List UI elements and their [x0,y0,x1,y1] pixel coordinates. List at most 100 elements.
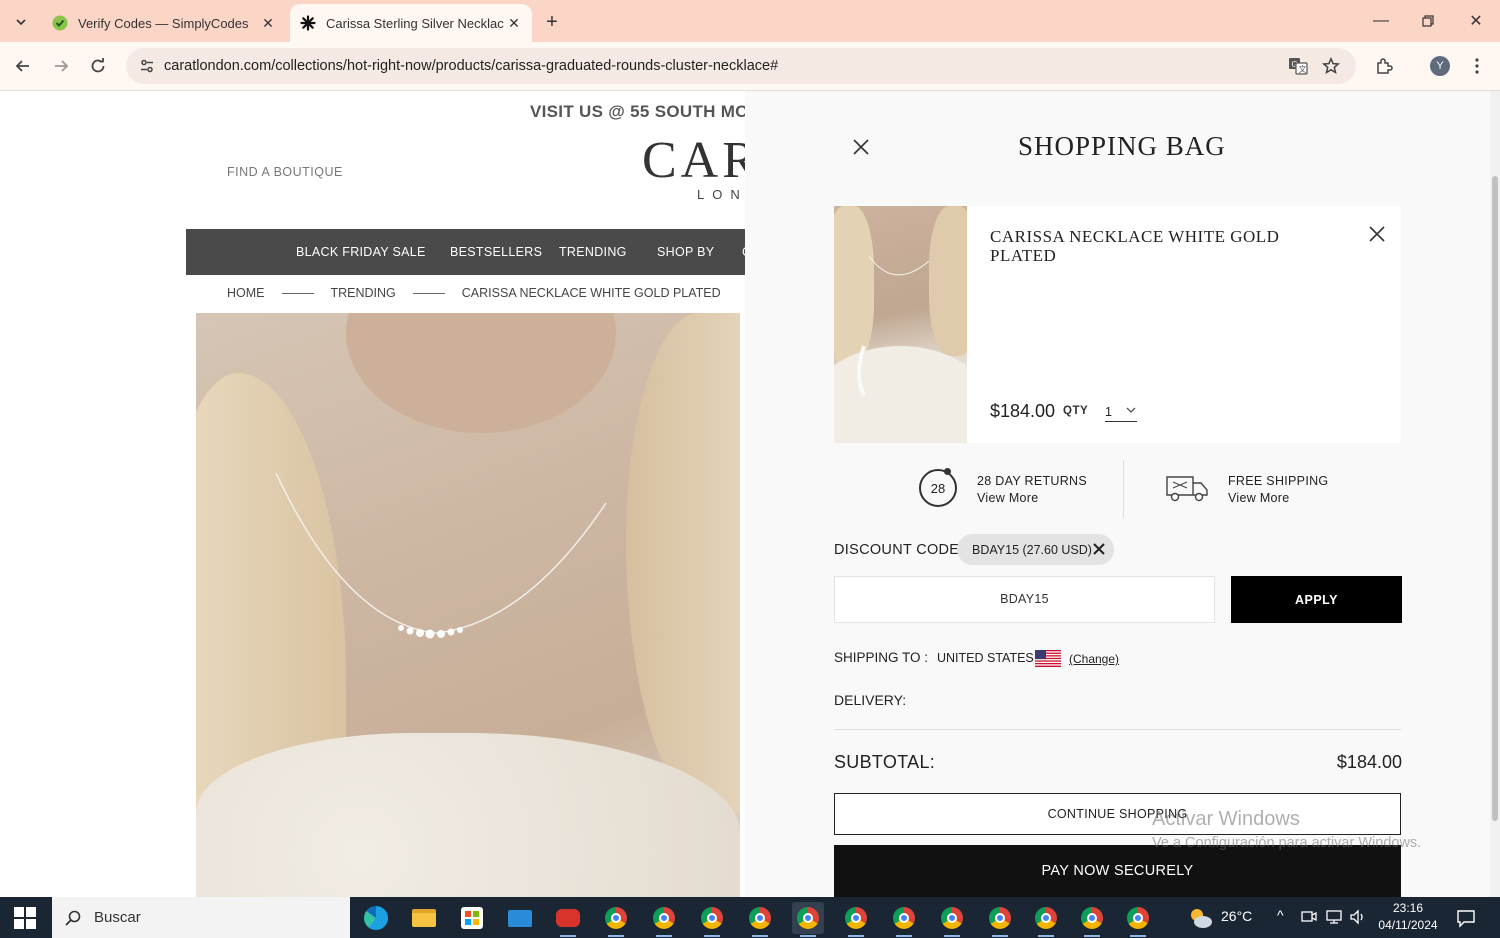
breadcrumb: HOME TRENDING CARISSA NECKLACE WHITE GOL… [227,286,721,300]
profile-avatar[interactable]: Y [1430,56,1450,76]
chrome-icon-active[interactable] [792,902,824,937]
mail-icon[interactable] [504,902,536,934]
remove-item-icon[interactable] [1367,224,1387,244]
clock-time: 23:16 [1392,901,1424,915]
promo-banner[interactable]: VISIT US @ 55 SOUTH MOL [530,102,759,122]
weather-icon[interactable] [1186,906,1214,930]
truck-icon [1166,476,1208,502]
perks-divider [1123,460,1124,518]
remove-discount-icon[interactable] [1092,542,1106,556]
returns-view-more-link[interactable]: View More [977,490,1087,507]
page-scrollbar[interactable] [1490,91,1500,897]
clock[interactable]: 23:16 04/11/2024 [1370,900,1446,934]
breadcrumb-separator [281,292,314,294]
tab-strip: Verify Codes — SimplyCodes ✕ Carissa Ste… [0,0,1500,42]
shipping-country: UNITED STATES [937,651,1034,665]
discount-code-input[interactable]: BDAY15 [834,576,1215,623]
find-boutique-link[interactable]: FIND A BOUTIQUE [227,165,343,179]
nav-black-friday[interactable]: BLACK FRIDAY SALE [296,245,426,259]
shipping-to-label: SHIPPING TO : [834,650,929,665]
shipping-view-more-link[interactable]: View More [1228,490,1328,507]
meet-now-icon[interactable] [1300,909,1318,925]
file-explorer-icon[interactable] [408,902,440,934]
more-menu-icon[interactable] [1463,52,1491,80]
reload-icon[interactable] [84,52,112,80]
chrome-icon[interactable] [600,902,632,937]
site-logo-sub: LON [697,187,748,202]
nav-bestsellers[interactable]: BESTSELLERS [450,245,542,259]
tab-carissa[interactable]: Carissa Sterling Silver Necklace ✕ [290,4,532,42]
clock-date: 04/11/2024 [1378,918,1438,932]
close-tab-icon[interactable]: ✕ [258,13,278,33]
translate-icon[interactable]: G文 [1284,52,1312,80]
bookmark-star-icon[interactable] [1317,52,1345,80]
tab-simplycodes[interactable]: Verify Codes — SimplyCodes ✕ [42,4,286,42]
taskbar-search[interactable]: Buscar [52,897,350,938]
chrome-icon[interactable] [648,902,680,937]
chrome-icon[interactable] [696,902,728,937]
activation-watermark-title: Activar Windows [1152,808,1300,830]
close-window-icon[interactable]: ✕ [1453,0,1499,42]
windows-start-icon[interactable] [14,907,36,929]
restore-icon[interactable] [1405,0,1451,42]
store-icon[interactable] [456,902,488,934]
tab-title: Carissa Sterling Silver Necklace [326,15,504,31]
site-logo[interactable]: CAR [642,131,761,190]
scrollbar-thumb[interactable] [1492,176,1498,821]
applied-discount-text: BDAY15 (27.60 USD) [972,542,1092,557]
shipping-title: FREE SHIPPING [1228,474,1329,488]
breadcrumb-home[interactable]: HOME [227,286,265,300]
continue-shopping-button[interactable]: CONTINUE SHOPPING [834,793,1401,835]
nav-trending[interactable]: TRENDING [559,245,627,259]
new-tab-button[interactable]: + [540,10,564,34]
cart-title: SHOPPING BAG [1018,131,1226,161]
carat-favicon-icon [300,15,316,31]
chrome-icon[interactable] [936,902,968,937]
weather-temp[interactable]: 26°C [1221,908,1252,924]
site-info-icon[interactable] [130,58,164,74]
taskbar: Buscar 26°C ^ 23:16 04/11/2024 [0,897,1500,938]
chevron-down-icon [1126,407,1136,413]
apply-discount-button[interactable]: APPLY [1231,576,1402,623]
product-photo[interactable] [196,313,740,897]
change-country-link[interactable]: (Change) [1069,652,1119,666]
svg-text:文: 文 [1299,64,1307,74]
chrome-icon[interactable] [888,902,920,937]
chrome-icon[interactable] [744,902,776,937]
chrome-icon[interactable] [1076,902,1108,937]
extensions-icon[interactable] [1370,52,1398,80]
breadcrumb-trending[interactable]: TRENDING [331,286,396,300]
minimize-icon[interactable]: — [1358,0,1404,42]
qty-label: QTY [1063,405,1089,417]
returns-title: 28 DAY RETURNS [977,474,1088,488]
qty-value: 1 [1105,405,1112,419]
tab-search-button[interactable] [8,9,34,35]
cart-item-name[interactable]: CARISSA NECKLACE WHITE GOLD PLATED [990,227,1330,265]
tray-overflow-icon[interactable]: ^ [1277,907,1284,923]
subtotal-label: SUBTOTAL: [834,752,936,772]
close-tab-icon[interactable]: ✕ [504,13,524,33]
notifications-icon[interactable] [1456,908,1476,928]
url-text: caratlondon.com/collections/hot-right-no… [164,58,779,74]
address-bar[interactable]: caratlondon.com/collections/hot-right-no… [126,48,1356,84]
chevron-down-icon [16,19,26,26]
qty-select[interactable]: 1 [1105,403,1137,422]
activation-watermark-text: Ve a Configuración para activar Windows. [1152,835,1422,851]
forward-icon[interactable] [47,52,75,80]
chrome-icon[interactable] [984,902,1016,937]
cart-item-image[interactable] [834,206,967,443]
edge-icon[interactable] [360,902,392,934]
close-cart-icon[interactable] [849,135,873,159]
volume-icon[interactable] [1349,909,1367,925]
search-icon [65,910,81,926]
back-icon[interactable] [9,52,37,80]
pay-now-button[interactable]: PAY NOW SECURELY [834,845,1401,897]
breadcrumb-separator [412,292,445,294]
network-icon[interactable] [1325,909,1343,925]
chrome-icon[interactable] [840,902,872,937]
app-red-icon[interactable] [552,902,584,937]
browser-toolbar: caratlondon.com/collections/hot-right-no… [0,42,1500,91]
chrome-icon[interactable] [1030,902,1062,937]
chrome-icon[interactable] [1122,902,1154,937]
nav-shop-by[interactable]: SHOP BY [657,245,714,259]
